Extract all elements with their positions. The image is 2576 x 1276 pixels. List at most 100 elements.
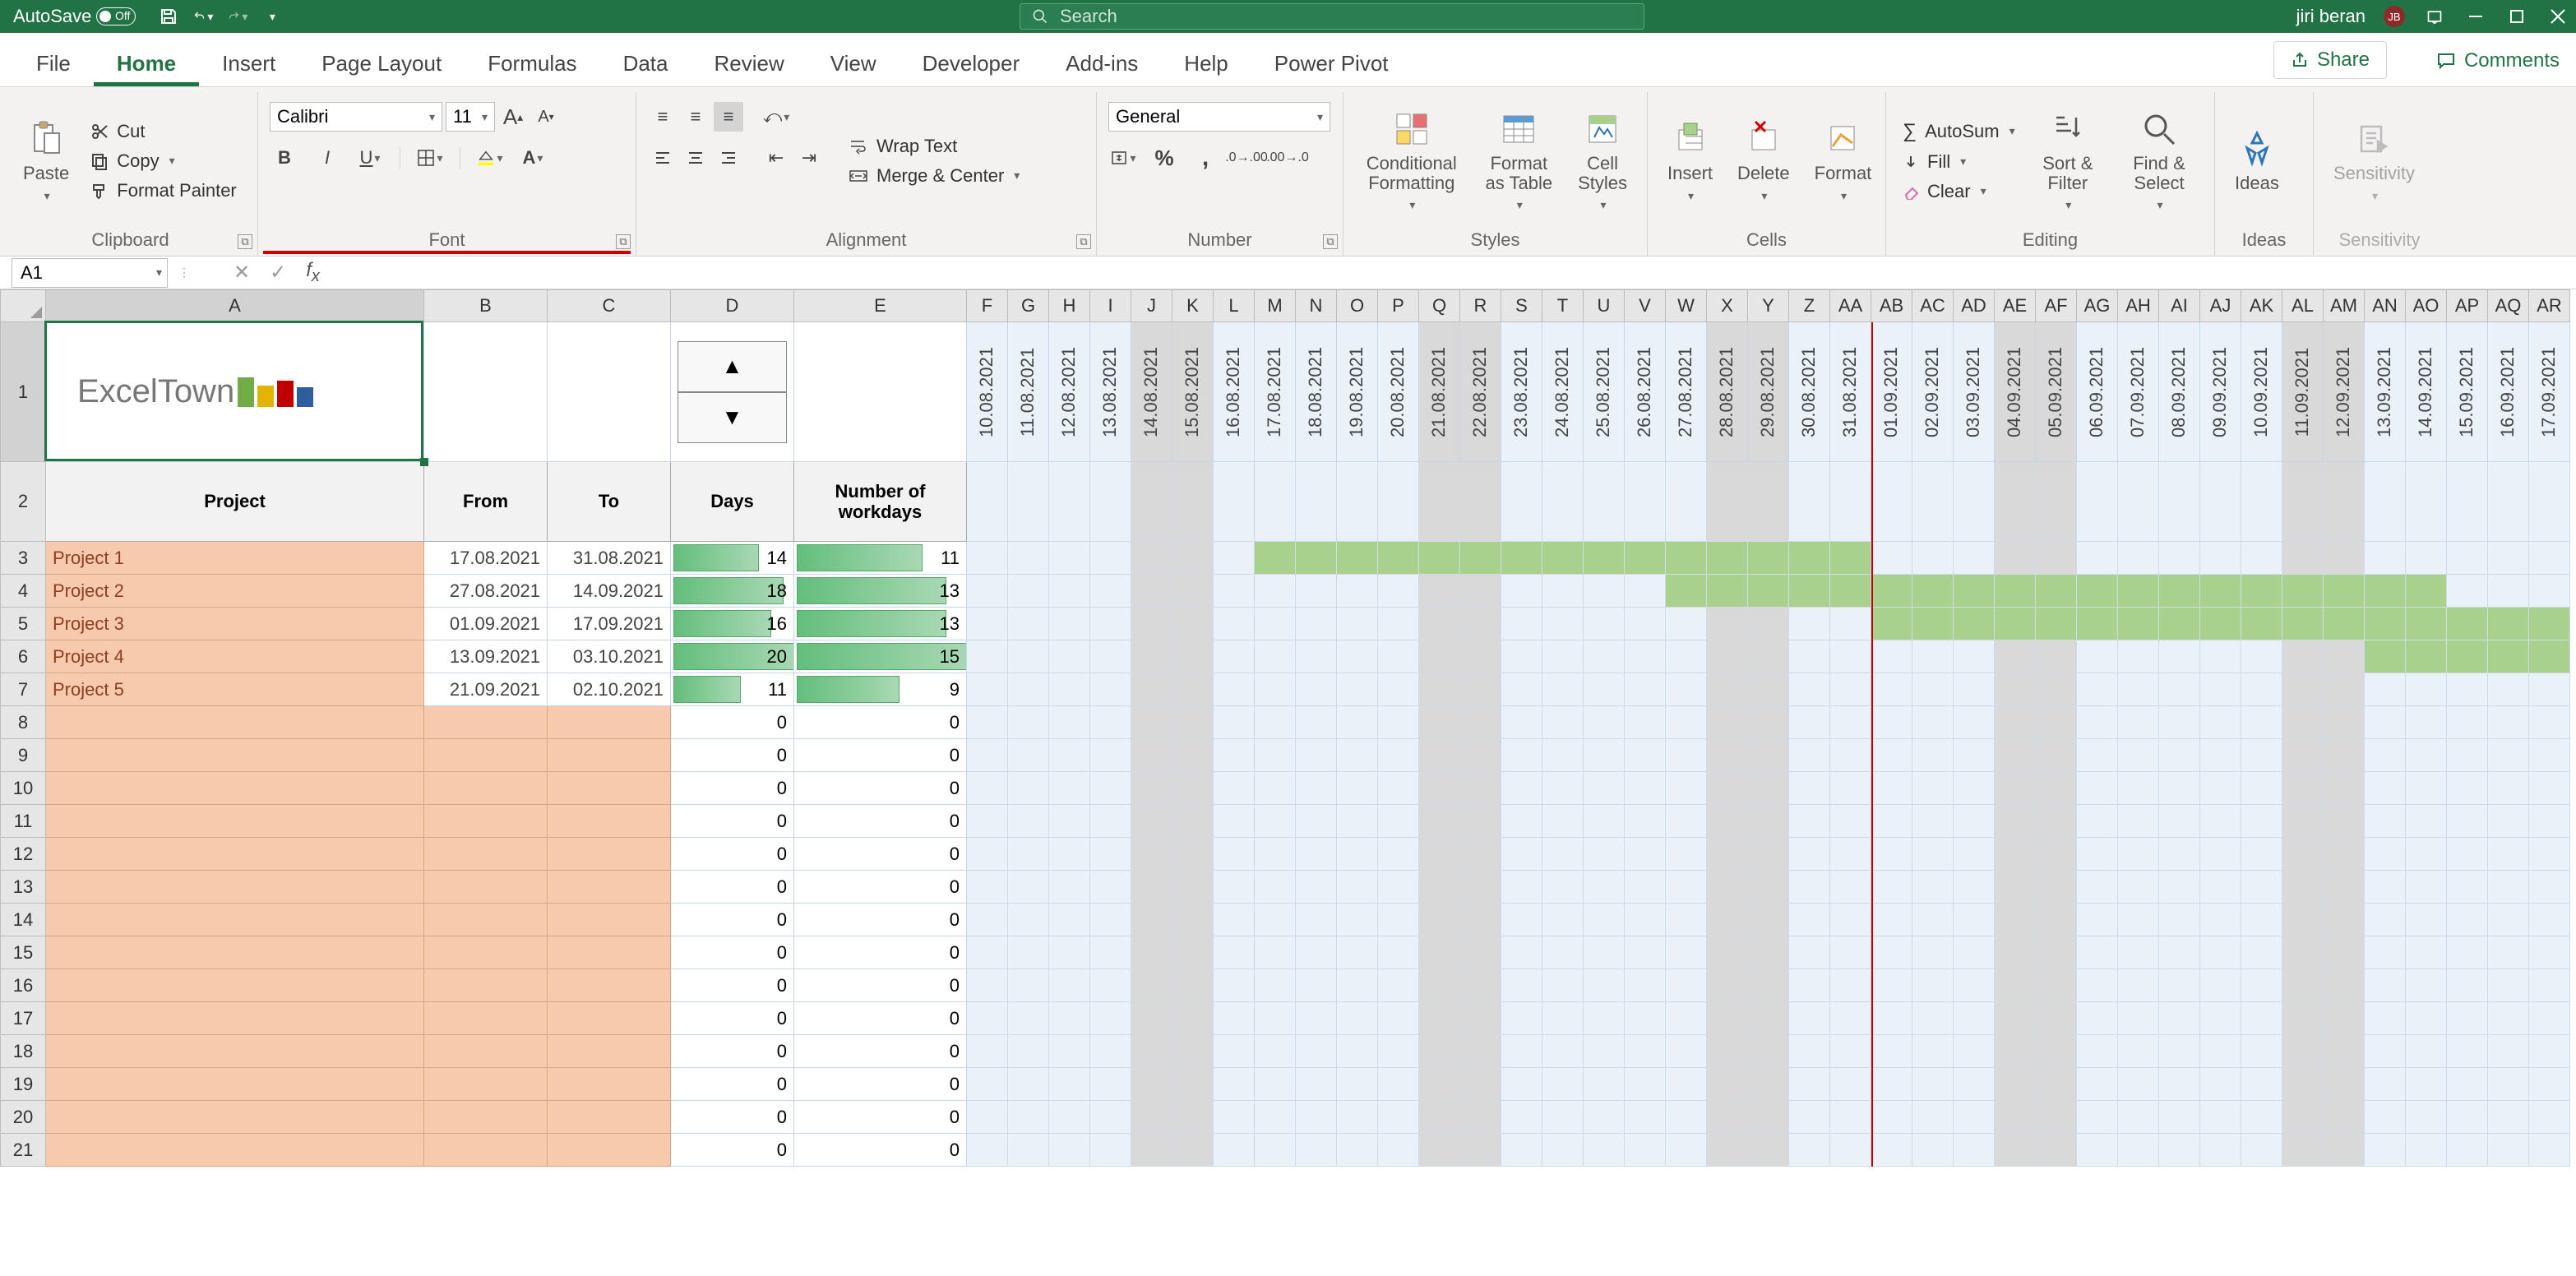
- cell[interactable]: 27.08.2021: [424, 575, 548, 608]
- cell[interactable]: [2036, 673, 2077, 706]
- cell[interactable]: [2447, 871, 2488, 904]
- cell[interactable]: [424, 838, 548, 871]
- cell[interactable]: [1131, 772, 1172, 805]
- date-header[interactable]: 13.08.2021: [1090, 322, 1131, 462]
- cell[interactable]: 11: [671, 673, 794, 706]
- cell[interactable]: [2488, 542, 2529, 575]
- cell[interactable]: [1666, 871, 1707, 904]
- row-header[interactable]: 9: [0, 739, 46, 772]
- undo-icon[interactable]: ▾: [193, 7, 213, 26]
- cell[interactable]: [1214, 1002, 1255, 1035]
- cell[interactable]: [2036, 904, 2077, 936]
- date-header[interactable]: 01.09.2021: [1871, 322, 1912, 462]
- cell[interactable]: [1419, 805, 1460, 838]
- column-header[interactable]: V: [1625, 289, 1666, 322]
- date-header[interactable]: 31.08.2021: [1830, 322, 1871, 462]
- cell[interactable]: [1501, 1002, 1542, 1035]
- cell[interactable]: [2529, 838, 2570, 871]
- cell[interactable]: 18: [671, 575, 794, 608]
- cell[interactable]: [1542, 462, 1584, 542]
- cell[interactable]: [1255, 608, 1296, 640]
- cell[interactable]: [2118, 1134, 2159, 1167]
- cell[interactable]: [1748, 673, 1789, 706]
- cell[interactable]: [1214, 805, 1255, 838]
- cell[interactable]: [2241, 1101, 2282, 1134]
- cell[interactable]: [1008, 871, 1049, 904]
- accounting-format-icon[interactable]: ▾: [1108, 143, 1138, 173]
- cell[interactable]: [967, 542, 1008, 575]
- cell[interactable]: [1460, 969, 1501, 1002]
- column-header[interactable]: T: [1542, 289, 1584, 322]
- cell[interactable]: [1871, 805, 1912, 838]
- date-header[interactable]: 09.09.2021: [2200, 322, 2241, 462]
- cell[interactable]: [2447, 904, 2488, 936]
- cell[interactable]: [2365, 1035, 2406, 1068]
- cell[interactable]: [46, 739, 424, 772]
- cell[interactable]: [1666, 969, 1707, 1002]
- cell[interactable]: [1172, 673, 1214, 706]
- cell[interactable]: [2529, 936, 2570, 969]
- cell[interactable]: [1748, 904, 1789, 936]
- cell[interactable]: [1666, 1002, 1707, 1035]
- cell[interactable]: [2036, 739, 2077, 772]
- cell[interactable]: [1172, 1134, 1214, 1167]
- cell[interactable]: [2488, 1002, 2529, 1035]
- cell[interactable]: From: [424, 462, 548, 542]
- cell[interactable]: [1090, 772, 1131, 805]
- cell[interactable]: [1995, 1002, 2036, 1035]
- cell[interactable]: [2406, 969, 2447, 1002]
- cell[interactable]: [1049, 805, 1090, 838]
- cell[interactable]: [1912, 706, 1954, 739]
- cell[interactable]: [1378, 1035, 1419, 1068]
- cell[interactable]: [1912, 1101, 1954, 1134]
- cell[interactable]: [1214, 904, 1255, 936]
- decrease-indent-icon[interactable]: ⇤: [761, 143, 791, 173]
- cell[interactable]: [967, 1035, 1008, 1068]
- cell[interactable]: [1419, 608, 1460, 640]
- tab-review[interactable]: Review: [691, 39, 807, 86]
- cell[interactable]: [2282, 772, 2324, 805]
- cell[interactable]: [1954, 871, 1995, 904]
- cell[interactable]: ▲▼: [671, 322, 794, 462]
- cell[interactable]: 0: [671, 1035, 794, 1068]
- column-header[interactable]: AA: [1830, 289, 1871, 322]
- cell[interactable]: [1008, 1134, 1049, 1167]
- cell[interactable]: [1954, 1134, 1995, 1167]
- cell[interactable]: [2036, 575, 2077, 608]
- cell[interactable]: [1214, 706, 1255, 739]
- cell[interactable]: [1542, 608, 1584, 640]
- redo-icon[interactable]: ▾: [228, 7, 247, 26]
- cell[interactable]: [2077, 1035, 2118, 1068]
- cell[interactable]: [1008, 739, 1049, 772]
- date-header[interactable]: 23.08.2021: [1501, 322, 1542, 462]
- cell[interactable]: [1378, 640, 1419, 673]
- search-input[interactable]: Search: [1020, 3, 1644, 30]
- column-header[interactable]: AO: [2406, 289, 2447, 322]
- row-header[interactable]: 3: [0, 542, 46, 575]
- cell[interactable]: [967, 805, 1008, 838]
- cell[interactable]: 0: [794, 871, 967, 904]
- cell[interactable]: [1666, 805, 1707, 838]
- cell[interactable]: [1748, 805, 1789, 838]
- cell[interactable]: [2406, 462, 2447, 542]
- cell[interactable]: [1172, 640, 1214, 673]
- column-header[interactable]: AM: [2324, 289, 2365, 322]
- cell[interactable]: [1090, 838, 1131, 871]
- cell[interactable]: [1378, 575, 1419, 608]
- cell[interactable]: [1542, 805, 1584, 838]
- cell[interactable]: [1625, 936, 1666, 969]
- cell[interactable]: [1584, 608, 1625, 640]
- cell[interactable]: [1296, 969, 1337, 1002]
- cell[interactable]: [1008, 1002, 1049, 1035]
- cell[interactable]: [1707, 706, 1748, 739]
- cell[interactable]: [2241, 936, 2282, 969]
- cell[interactable]: [1255, 462, 1296, 542]
- cell[interactable]: [2447, 1035, 2488, 1068]
- cell[interactable]: [1337, 575, 1378, 608]
- cell[interactable]: [2406, 706, 2447, 739]
- cell[interactable]: [2077, 575, 2118, 608]
- cell[interactable]: [2241, 462, 2282, 542]
- formula-input[interactable]: [333, 258, 2576, 288]
- cell[interactable]: [1995, 871, 2036, 904]
- row-header[interactable]: 21: [0, 1134, 46, 1167]
